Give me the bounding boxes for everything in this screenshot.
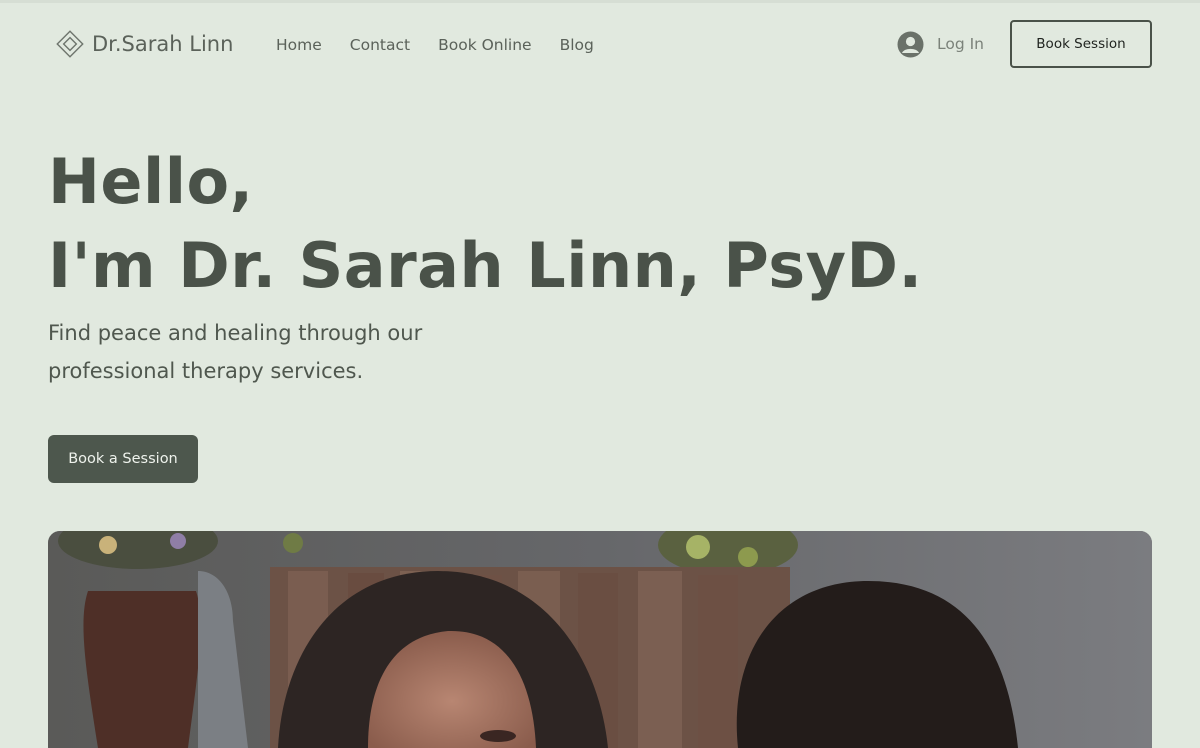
hero-photo xyxy=(48,531,1152,748)
hero-title-line1: Hello, xyxy=(48,145,254,218)
main-nav: Home Contact Book Online Blog xyxy=(276,33,622,57)
book-a-session-button[interactable]: Book a Session xyxy=(48,435,198,483)
hero-subtitle: Find peace and healing through our profe… xyxy=(48,321,423,383)
therapy-session-photo xyxy=(48,531,1152,748)
nav-blog[interactable]: Blog xyxy=(560,36,594,54)
user-avatar-icon xyxy=(897,31,924,57)
book-session-button[interactable]: Book Session xyxy=(1010,20,1152,68)
nav-home[interactable]: Home xyxy=(276,36,322,54)
logo-text: Dr.Sarah Linn xyxy=(92,32,234,56)
diamond-logo-icon xyxy=(56,30,84,58)
site-header: Dr.Sarah Linn Home Contact Book Online B… xyxy=(0,0,1200,88)
hero-title: Hello, I'm Dr. Sarah Linn, PsyD. xyxy=(48,140,923,308)
nav-book-online[interactable]: Book Online xyxy=(438,36,532,54)
nav-contact[interactable]: Contact xyxy=(350,36,410,54)
site-logo[interactable]: Dr.Sarah Linn xyxy=(54,28,233,60)
login-button[interactable]: Log In xyxy=(897,29,984,59)
login-label: Log In xyxy=(937,35,985,53)
hero-title-line2: I'm Dr. Sarah Linn, PsyD. xyxy=(48,229,923,302)
